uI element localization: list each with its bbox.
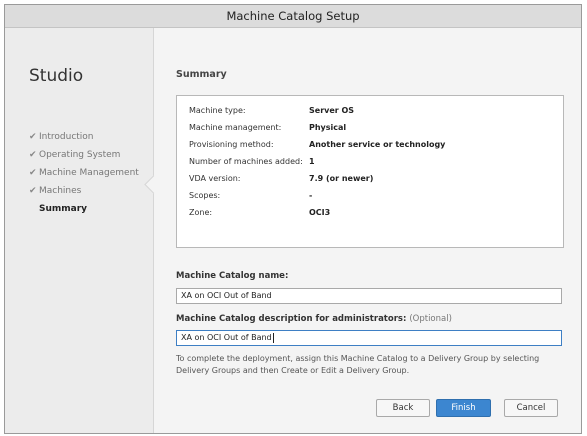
- main-panel: Summary Machine type: Server OS Machine m…: [144, 28, 581, 433]
- sidebar: Studio ✔ Introduction ✔ Operating System ✔…: [5, 28, 153, 433]
- summary-row-zone: Zone: OCI3: [189, 208, 331, 217]
- wizard-steps: ✔ Introduction ✔ Operating System ✔ Machine…: [29, 128, 139, 218]
- summary-row-machine-type: Machine type: Server OS: [189, 106, 355, 115]
- catalog-name-input[interactable]: XA on OCI Out of Band: [176, 288, 562, 304]
- summary-row-scopes: Scopes: -: [189, 191, 313, 200]
- step-summary[interactable]: Summary: [29, 200, 139, 218]
- summary-box: Machine type: Server OS Machine managemen…: [176, 95, 564, 248]
- catalog-description-input[interactable]: XA on OCI Out of Band: [176, 330, 562, 346]
- summary-row-number-of-machines: Number of machines added: 1: [189, 157, 315, 166]
- machine-catalog-setup-window: Machine Catalog Setup Studio ✔ Introducti…: [4, 4, 582, 434]
- cancel-button[interactable]: Cancel: [504, 399, 558, 417]
- summary-row-provisioning-method: Provisioning method: Another service or t…: [189, 140, 446, 149]
- checkmark-icon: ✔: [29, 186, 37, 196]
- checkmark-icon: ✔: [29, 150, 37, 160]
- step-operating-system[interactable]: ✔ Operating System: [29, 146, 139, 164]
- step-introduction[interactable]: ✔ Introduction: [29, 128, 139, 146]
- text-cursor: [272, 332, 274, 343]
- catalog-name-label: Machine Catalog name:: [176, 271, 289, 281]
- back-button[interactable]: Back: [376, 399, 430, 417]
- window-title: Machine Catalog Setup: [5, 5, 581, 28]
- checkmark-icon: ✔: [29, 168, 37, 178]
- completion-info-text: To complete the deployment, assign this …: [176, 354, 540, 375]
- finish-button[interactable]: Finish: [436, 399, 491, 417]
- checkmark-icon: ✔: [29, 132, 37, 142]
- catalog-description-label: Machine Catalog description for administ…: [176, 314, 452, 324]
- summary-row-vda-version: VDA version: 7.9 (or newer): [189, 174, 374, 183]
- studio-title: Studio: [29, 66, 84, 86]
- page-title: Summary: [176, 69, 227, 80]
- summary-row-machine-management: Machine management: Physical: [189, 123, 347, 132]
- optional-hint: (Optional): [409, 314, 452, 324]
- step-machine-management[interactable]: ✔ Machine Management: [29, 164, 139, 182]
- step-machines[interactable]: ✔ Machines: [29, 182, 139, 200]
